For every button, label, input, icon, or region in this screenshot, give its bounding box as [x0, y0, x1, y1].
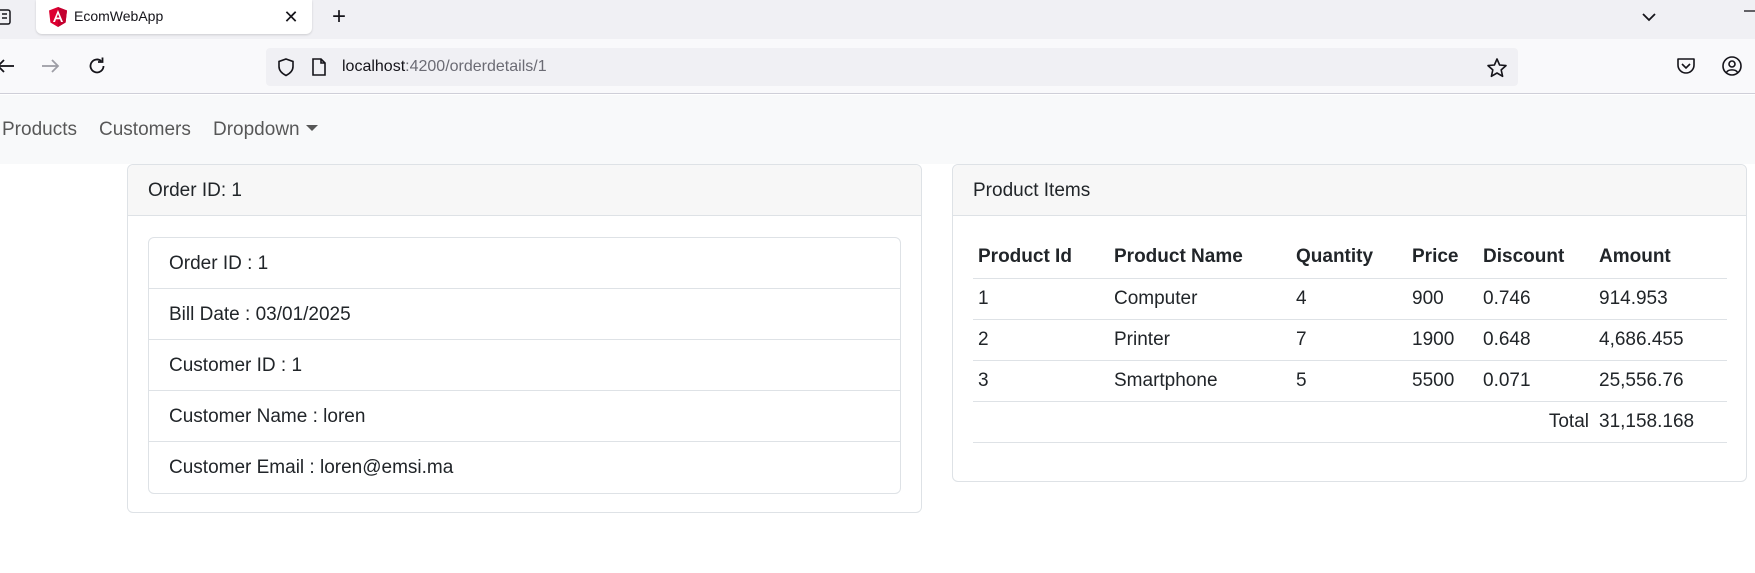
- quantity-cell: 7: [1291, 319, 1407, 361]
- order-id-item: Order ID : 1: [149, 238, 900, 289]
- table-row: 3 Smartphone 5 5500 0.071 25,556.76: [973, 360, 1727, 402]
- nav-dropdown-toggle[interactable]: Dropdown: [213, 119, 318, 141]
- account-icon[interactable]: [1721, 55, 1743, 77]
- total-label: Total: [973, 401, 1594, 443]
- app-navbar: Products Customers Dropdown: [0, 95, 1755, 164]
- browser-tab-strip: EcomWebApp ✕ +: [0, 0, 1755, 39]
- column-header: Quantity: [1291, 237, 1407, 279]
- amount-cell: 4,686.455: [1594, 319, 1727, 361]
- url-path: :4200/orderdetails/1: [405, 58, 547, 75]
- url-host: localhost: [342, 58, 406, 75]
- dropdown-label: Dropdown: [213, 119, 300, 140]
- tab-title: EcomWebApp: [74, 8, 164, 24]
- url-bar[interactable]: localhost:4200/orderdetails/1: [266, 48, 1518, 86]
- order-details-list: Order ID : 1 Bill Date : 03/01/2025 Cust…: [148, 237, 901, 494]
- product-name-cell: Computer: [1109, 278, 1291, 320]
- quantity-cell: 4: [1291, 278, 1407, 320]
- product-id-cell: 1: [973, 278, 1109, 320]
- new-tab-button[interactable]: +: [326, 5, 352, 31]
- customer-id-item: Customer ID : 1: [149, 340, 900, 391]
- product-items-table: Product Id Product Name Quantity Price D…: [973, 237, 1727, 443]
- table-row: 1 Computer 4 900 0.746 914.953: [973, 278, 1727, 320]
- table-header-row: Product Id Product Name Quantity Price D…: [973, 237, 1727, 279]
- reload-icon[interactable]: [86, 55, 108, 77]
- browser-toolbar: localhost:4200/orderdetails/1: [0, 39, 1755, 94]
- total-row: Total 31,158.168: [973, 401, 1727, 443]
- quantity-cell: 5: [1291, 360, 1407, 402]
- discount-cell: 0.746: [1478, 278, 1594, 320]
- amount-cell: 914.953: [1594, 278, 1727, 320]
- product-items-header: Product Items: [953, 165, 1746, 216]
- product-id-cell: 2: [973, 319, 1109, 361]
- product-items-card: Product Items Product Id Product Name Qu…: [952, 164, 1747, 482]
- product-name-cell: Printer: [1109, 319, 1291, 361]
- amount-cell: 25,556.76: [1594, 360, 1727, 402]
- order-card: Order ID: 1 Order ID : 1 Bill Date : 03/…: [127, 164, 922, 513]
- customer-name-item: Customer Name : loren: [149, 391, 900, 442]
- browser-tab[interactable]: EcomWebApp ✕: [36, 0, 312, 34]
- price-cell: 5500: [1407, 360, 1478, 402]
- url-text[interactable]: localhost:4200/orderdetails/1: [342, 58, 547, 76]
- discount-cell: 0.648: [1478, 319, 1594, 361]
- angular-logo-icon: [49, 7, 67, 27]
- column-header: Discount: [1478, 237, 1594, 279]
- minimize-icon[interactable]: [1740, 6, 1755, 16]
- bill-date-item: Bill Date : 03/01/2025: [149, 289, 900, 340]
- price-cell: 1900: [1407, 319, 1478, 361]
- shield-icon[interactable]: [276, 57, 296, 77]
- total-value: 31,158.168: [1594, 401, 1727, 443]
- nav-link-products[interactable]: Products: [2, 119, 77, 141]
- star-icon[interactable]: [1486, 57, 1508, 79]
- forward-arrow-icon[interactable]: [40, 55, 62, 77]
- column-header: Price: [1407, 237, 1478, 279]
- sidebar-icon[interactable]: [0, 7, 14, 27]
- column-header: Product Id: [973, 237, 1109, 279]
- caret-down-icon: [305, 125, 318, 131]
- product-id-cell: 3: [973, 360, 1109, 402]
- customer-email-item: Customer Email : loren@emsi.ma: [169, 457, 454, 478]
- column-header: Amount: [1594, 237, 1727, 279]
- table-row: 2 Printer 7 1900 0.648 4,686.455: [973, 319, 1727, 361]
- pocket-icon[interactable]: [1675, 55, 1697, 77]
- column-header: Product Name: [1109, 237, 1291, 279]
- nav-link-customers[interactable]: Customers: [99, 119, 191, 141]
- back-arrow-icon[interactable]: [0, 55, 16, 77]
- close-tab-icon[interactable]: ✕: [280, 6, 302, 28]
- product-name-cell: Smartphone: [1109, 360, 1291, 402]
- page-icon[interactable]: [310, 57, 328, 77]
- order-card-header: Order ID: 1: [128, 165, 921, 216]
- discount-cell: 0.071: [1478, 360, 1594, 402]
- price-cell: 900: [1407, 278, 1478, 320]
- chevron-down-icon[interactable]: [1638, 6, 1660, 28]
